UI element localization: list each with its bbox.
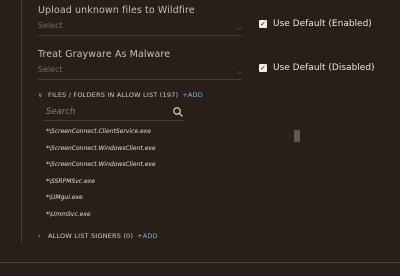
select-placeholder: Select [38, 21, 63, 30]
list-item[interactable]: *\SSRPMSvc.exe [46, 174, 246, 191]
setting-label: Upload unknown files to Wildfire [38, 5, 195, 16]
use-default-label: Use Default (Enabled) [273, 19, 372, 29]
use-default-grayware-option[interactable]: ✓ Use Default (Disabled) [259, 63, 375, 73]
divider [0, 262, 400, 263]
use-default-label: Use Default (Disabled) [273, 63, 375, 73]
list-item[interactable]: *\UMgui.exe [46, 190, 246, 207]
use-default-wildfire-option[interactable]: ✓ Use Default (Enabled) [259, 19, 372, 29]
search-input[interactable]: Search [46, 107, 75, 117]
allow-list-title: FILES / FOLDERS IN ALLOW LIST (197) [48, 91, 179, 99]
wildfire-upload-select[interactable]: Select ⌵ [38, 21, 242, 36]
list-item[interactable]: *\ScreenConnect.WindowsClient.exe [46, 141, 246, 158]
check-icon[interactable]: ✓ [259, 20, 267, 28]
signers-title: ALLOW LIST SIGNERS (0) [48, 232, 134, 240]
chevron-down-icon: ⌵ [236, 24, 242, 32]
chevron-right-icon[interactable]: › [38, 233, 44, 240]
list-item[interactable]: *\ScreenConnect.WindowsClient.exe [46, 157, 246, 174]
scrollbar-thumb[interactable] [294, 130, 300, 142]
add-allow-list-button[interactable]: +ADD [182, 91, 203, 99]
add-signer-button[interactable]: +ADD [137, 232, 158, 240]
check-icon[interactable]: ✓ [259, 64, 267, 72]
allow-list-header[interactable]: ∨ FILES / FOLDERS IN ALLOW LIST (197) +A… [38, 91, 203, 99]
allow-list-search[interactable]: Search [44, 106, 184, 121]
setting-wildfire-upload: Upload unknown files to Wildfire Select … [38, 5, 242, 36]
select-placeholder: Select [38, 65, 63, 74]
setting-grayware-malware: Treat Grayware As Malware Select ⌵ [38, 49, 242, 80]
left-rail [21, 0, 22, 243]
chevron-down-icon[interactable]: ∨ [38, 92, 44, 99]
list-item[interactable]: *\ScreenConnect.ClientService.exe [46, 124, 246, 141]
chevron-down-icon: ⌵ [236, 68, 242, 76]
list-item[interactable]: *\UmmSvc.exe [46, 207, 246, 218]
setting-label: Treat Grayware As Malware [38, 49, 171, 60]
search-icon [173, 107, 183, 117]
allow-list-files: *\ScreenConnect.ClientService.exe *\Scre… [46, 124, 246, 218]
signers-header[interactable]: › ALLOW LIST SIGNERS (0) +ADD [38, 232, 158, 240]
grayware-select[interactable]: Select ⌵ [38, 65, 242, 80]
